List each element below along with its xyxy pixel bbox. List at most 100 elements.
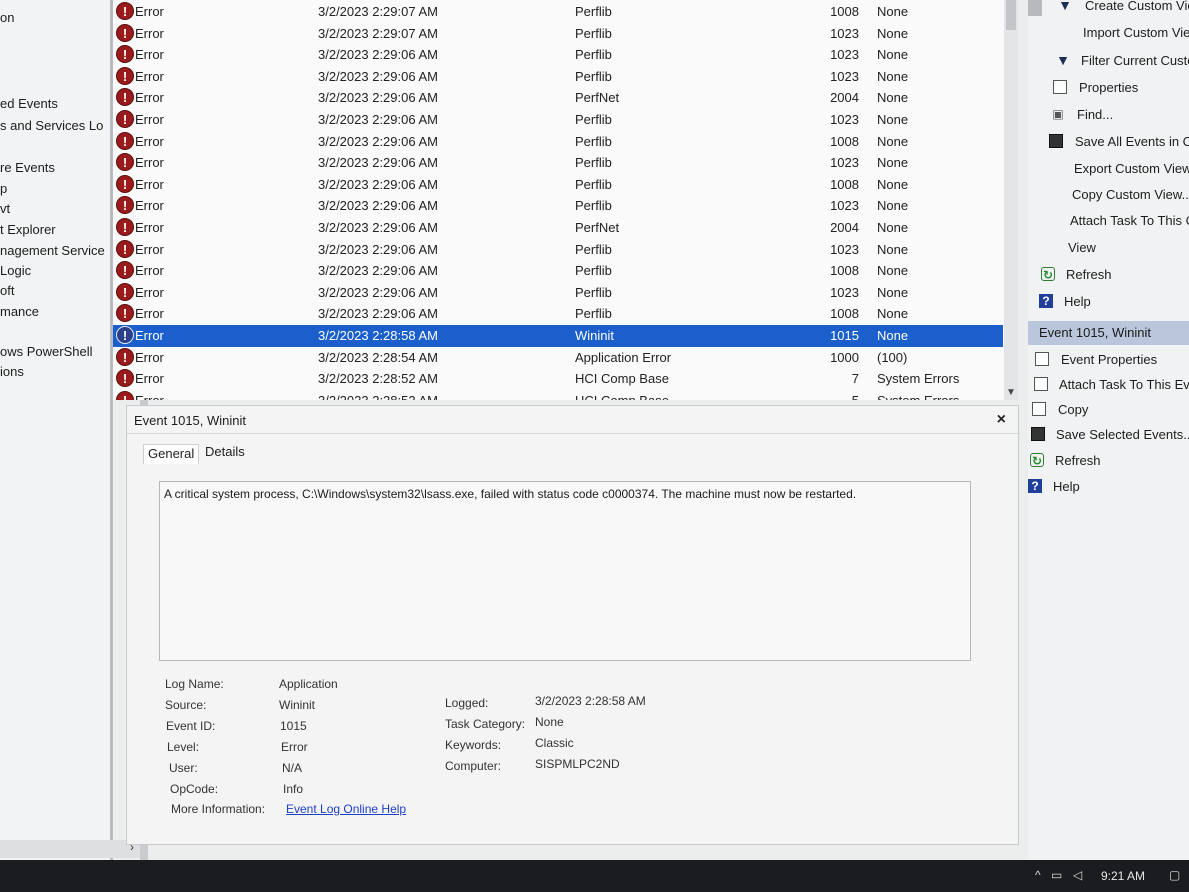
cell-date: 3/2/2023 2:28:58 AM	[318, 328, 438, 343]
cell-task-category: None	[877, 198, 909, 214]
table-row[interactable]: ! Error 3/2/2023 2:29:06 AM Perflib 1023 None	[113, 152, 1003, 174]
table-row[interactable]: ! Error 3/2/2023 2:29:06 AM Perflib 1008 None	[113, 131, 1003, 153]
tab-general[interactable]: General	[143, 444, 200, 464]
chevron-up-icon[interactable]: ^	[1035, 868, 1041, 882]
table-row[interactable]: ! Error 3/2/2023 2:29:07 AM Perflib 1008 None	[113, 1, 1003, 23]
error-icon: !	[116, 45, 134, 64]
details-title: Event 1015, Wininit	[134, 413, 247, 428]
action-attach-task-event[interactable]: Attach Task To This Ever	[1059, 377, 1189, 392]
action-help-event[interactable]: Help	[1053, 479, 1080, 494]
actions-scrollbar[interactable]	[1028, 0, 1042, 16]
actions-section-header[interactable]: Event 1015, Wininit	[1028, 321, 1189, 345]
value-source: Wininit	[279, 698, 316, 712]
error-icon: !	[116, 326, 134, 344]
action-copy-custom-view[interactable]: Copy Custom View...	[1072, 187, 1189, 202]
chevron-down-icon[interactable]: ▼	[1006, 387, 1016, 398]
value-task-category: None	[535, 715, 564, 729]
label-logged: Logged:	[445, 696, 489, 710]
action-import-custom-view[interactable]: Import Custom Vie	[1083, 25, 1189, 40]
cell-source: PerfNet	[575, 220, 620, 235]
table-row[interactable]: ! Error 3/2/2023 2:29:06 AM PerfNet 2004 None	[113, 87, 1003, 109]
cell-level: Error	[135, 393, 164, 400]
action-view[interactable]: View	[1068, 240, 1096, 255]
tab-details[interactable]: Details	[201, 444, 249, 459]
action-save-all-events[interactable]: Save All Events in Cu	[1075, 134, 1189, 149]
table-row[interactable]: ! Error 3/2/2023 2:29:06 AM Perflib 1008 None	[113, 260, 1003, 282]
cell-event-id: 1008	[830, 176, 859, 192]
table-row[interactable]: ! Error 3/2/2023 2:29:06 AM Perflib 1008 None	[113, 303, 1003, 325]
cell-task-category: None	[877, 284, 909, 300]
notification-icon[interactable]: ▢	[1169, 868, 1180, 882]
action-properties[interactable]: Properties	[1079, 80, 1138, 95]
event-log-online-help-link[interactable]: Event Log Online Help	[286, 802, 406, 816]
value-opcode: Info	[283, 782, 304, 796]
cell-date: 3/2/2023 2:29:06 AM	[318, 90, 438, 106]
cell-task-category: System Errors	[877, 393, 959, 400]
event-list-scrollbar[interactable]: ▼	[1004, 0, 1018, 400]
cell-task-category: None	[877, 263, 909, 279]
table-row[interactable]: ! Error 3/2/2023 2:28:52 AM HCI Comp Base 7 S…	[113, 368, 1003, 390]
tree-item[interactable]: ows PowerShell	[0, 344, 93, 359]
action-refresh-event[interactable]: Refresh	[1055, 453, 1101, 468]
cell-date: 3/2/2023 2:29:06 AM	[318, 241, 438, 257]
close-icon[interactable]: ×	[997, 411, 1006, 429]
network-icon[interactable]: ▭	[1051, 868, 1062, 882]
cell-date: 3/2/2023 2:29:06 AM	[318, 133, 438, 149]
value-event-id: 1015	[280, 719, 307, 733]
tree-item[interactable]: oft	[0, 283, 14, 298]
cell-task-category: (100)	[877, 349, 908, 365]
actions-pane: ▼ Create Custom Vie Import Custom Vie ▼ …	[1028, 0, 1189, 860]
table-row[interactable]: ! Error 3/2/2023 2:29:06 AM Perflib 1023 None	[113, 109, 1003, 131]
clock[interactable]: 9:21 AM	[1101, 869, 1145, 883]
volume-icon[interactable]: ◁	[1073, 868, 1082, 882]
action-attach-task[interactable]: Attach Task To This C	[1070, 213, 1189, 228]
table-row[interactable]: ! Error 3/2/2023 2:29:06 AM Perflib 1008 None	[113, 174, 1003, 196]
event-message-box[interactable]: A critical system process, C:\Windows\sy…	[159, 481, 971, 661]
table-row[interactable]: ! Error 3/2/2023 2:29:06 AM PerfNet 2004 None	[113, 217, 1003, 239]
tree-item[interactable]: s and Services Lo	[0, 118, 103, 133]
cell-task-category: None	[877, 328, 909, 343]
cell-event-id: 1008	[830, 133, 859, 149]
action-refresh[interactable]: Refresh	[1066, 267, 1112, 282]
table-row[interactable]: ! Error 3/2/2023 2:29:06 AM Perflib 1023 None	[113, 44, 1003, 66]
error-icon: !	[116, 196, 134, 215]
table-row-selected[interactable]: ! Error 3/2/2023 2:28:58 AM Wininit 1015 None	[113, 325, 1003, 347]
error-icon: !	[116, 261, 134, 280]
table-row[interactable]: ! Error 3/2/2023 2:29:06 AM Perflib 1023 None	[113, 195, 1003, 217]
tree-item[interactable]: on	[0, 10, 14, 25]
tree-item[interactable]: re Events	[0, 160, 55, 175]
action-save-selected-events[interactable]: Save Selected Events...	[1056, 427, 1189, 442]
table-row[interactable]: ! Error 3/2/2023 2:29:06 AM Perflib 1023 None	[113, 282, 1003, 304]
tree-item[interactable]: mance	[0, 304, 39, 319]
table-row[interactable]: !Error 3/2/2023 2:28:52 AM HCI Comp Base 5 S…	[113, 390, 1003, 400]
action-filter-current-custom-view[interactable]: Filter Current Custo	[1081, 53, 1189, 68]
cell-event-id: 1023	[830, 284, 859, 300]
cell-event-id: 1023	[830, 112, 859, 127]
action-event-properties[interactable]: Event Properties	[1061, 352, 1157, 367]
cell-level: Error	[135, 328, 164, 343]
binoculars-icon: ▣	[1052, 107, 1064, 121]
tree-item[interactable]: ions	[0, 364, 24, 379]
cell-level: Error	[135, 284, 164, 300]
scrollbar-thumb[interactable]	[1006, 0, 1016, 30]
cell-event-id: 1023	[830, 198, 859, 214]
table-row[interactable]: ! Error 3/2/2023 2:29:06 AM Perflib 1023 None	[113, 239, 1003, 261]
table-row[interactable]: ! Error 3/2/2023 2:28:54 AM Application Err…	[113, 347, 1003, 369]
tree-item[interactable]: Logic	[0, 263, 31, 278]
action-help[interactable]: Help	[1064, 294, 1091, 309]
tree-item[interactable]: nagement Service	[0, 243, 105, 258]
table-row[interactable]: ! Error 3/2/2023 2:29:06 AM Perflib 1023 None	[113, 66, 1003, 88]
tree-item[interactable]: ed Events	[0, 96, 58, 111]
tree-item[interactable]: vt	[0, 201, 10, 216]
table-row[interactable]: ! Error 3/2/2023 2:29:07 AM Perflib 1023 None	[113, 23, 1003, 45]
error-icon: !	[116, 282, 134, 301]
error-icon: !	[116, 66, 134, 85]
tree-item[interactable]: p	[0, 181, 7, 196]
tree-horizontal-scrollbar[interactable]: ›	[0, 840, 140, 858]
value-level: Error	[281, 740, 308, 754]
action-create-custom-view[interactable]: Create Custom Vie	[1085, 0, 1189, 13]
tree-item[interactable]: t Explorer	[0, 222, 56, 237]
action-copy[interactable]: Copy	[1058, 402, 1088, 417]
action-export-custom-view[interactable]: Export Custom View...	[1074, 161, 1189, 176]
action-find[interactable]: Find...	[1077, 107, 1113, 122]
